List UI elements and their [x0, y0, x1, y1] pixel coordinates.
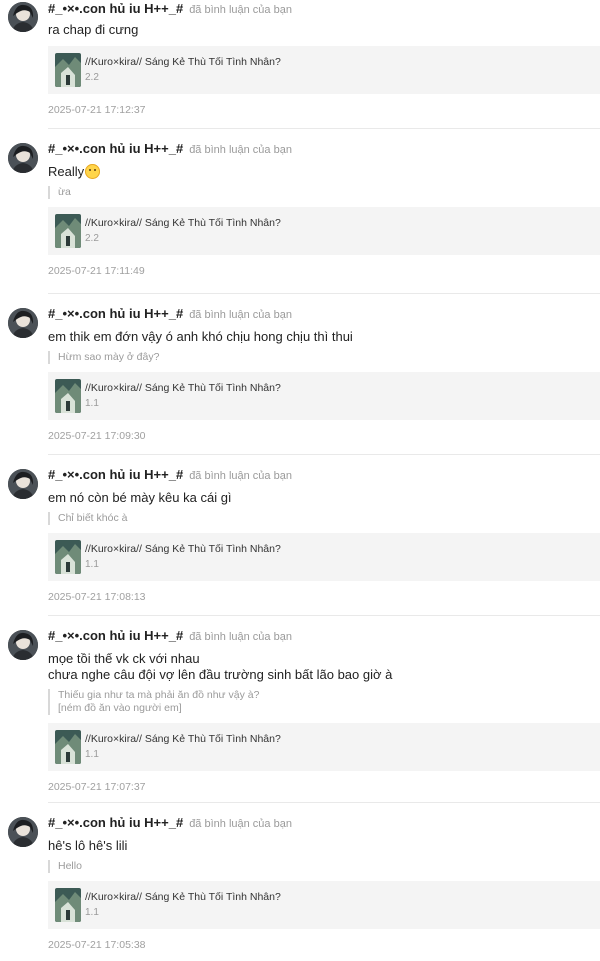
avatar[interactable] — [8, 308, 38, 338]
comment-text: hê's lô hê's lili — [48, 838, 128, 853]
comment-text: em thik em đớn vậy ó anh khó chịu hong c… — [48, 329, 353, 344]
story-thumbnail — [55, 730, 81, 764]
action-text: đã bình luận của bạn — [189, 144, 292, 156]
chapter-number: 1.1 — [85, 907, 99, 918]
story-card[interactable]: //Kuro×kira// Sáng Kẻ Thù Tối Tình Nhân?… — [48, 372, 600, 420]
quoted-reply: Chỉ biết khóc à — [48, 512, 600, 525]
action-text: đã bình luận của bạn — [189, 631, 292, 643]
story-thumbnail — [55, 888, 81, 922]
story-title: //Kuro×kira// Sáng Kẻ Thù Tối Tình Nhân? — [85, 891, 281, 903]
story-thumbnail — [55, 540, 81, 574]
chapter-number: 1.1 — [85, 749, 99, 760]
quoted-reply: ừa — [48, 186, 600, 199]
notification-item[interactable]: #_•×•.con hủ iu H++_# đã bình luận của bạ… — [0, 305, 600, 443]
timestamp: 2025-07-21 17:11:49 — [48, 265, 145, 277]
notification-item[interactable]: #_•×•.con hủ iu H++_# đã bình luận của bạ… — [0, 814, 600, 952]
timestamp: 2025-07-21 17:05:38 — [48, 939, 146, 951]
action-text: đã bình luận của bạn — [189, 4, 292, 16]
username[interactable]: #_•×•.con hủ iu H++_# — [48, 628, 183, 643]
quoted-reply: Hello — [48, 860, 600, 873]
notification-item[interactable]: #_•×•.con hủ iu H++_# đã bình luận của bạ… — [0, 627, 600, 794]
story-card[interactable]: //Kuro×kira// Sáng Kẻ Thù Tối Tình Nhân?… — [48, 881, 600, 929]
story-card[interactable]: //Kuro×kira// Sáng Kẻ Thù Tối Tình Nhân?… — [48, 723, 600, 771]
divider — [48, 615, 600, 616]
notification-item[interactable]: #_•×•.con hủ iu H++_# đã bình luận của bạ… — [0, 140, 600, 278]
action-text: đã bình luận của bạn — [189, 818, 292, 830]
timestamp: 2025-07-21 17:07:37 — [48, 781, 146, 793]
story-card[interactable]: //Kuro×kira// Sáng Kẻ Thù Tối Tình Nhân?… — [48, 533, 600, 581]
story-card[interactable]: //Kuro×kira// Sáng Kẻ Thù Tối Tình Nhân?… — [48, 46, 600, 94]
story-card[interactable]: //Kuro×kira// Sáng Kẻ Thù Tối Tình Nhân?… — [48, 207, 600, 255]
story-title: //Kuro×kira// Sáng Kẻ Thù Tối Tình Nhân? — [85, 733, 281, 745]
comment-text: em nó còn bé mày kêu ka cái gì — [48, 490, 232, 505]
chapter-number: 2.2 — [85, 72, 99, 83]
action-text: đã bình luận của bạn — [189, 470, 292, 482]
story-title: //Kuro×kira// Sáng Kẻ Thù Tối Tình Nhân? — [85, 217, 281, 229]
story-thumbnail — [55, 379, 81, 413]
action-text: đã bình luận của bạn — [189, 309, 292, 321]
comment-text: mọe tồi thế vk ck với nhau chưa nghe câu… — [48, 651, 393, 682]
comment-text: Really — [48, 164, 85, 179]
story-title: //Kuro×kira// Sáng Kẻ Thù Tối Tình Nhân? — [85, 382, 281, 394]
story-title: //Kuro×kira// Sáng Kẻ Thù Tối Tình Nhân? — [85, 543, 281, 555]
quoted-reply: Thiếu gia như ta mà phải ăn đồ như vậy à… — [48, 689, 600, 715]
username[interactable]: #_•×•.con hủ iu H++_# — [48, 306, 183, 321]
divider — [48, 293, 600, 294]
timestamp: 2025-07-21 17:09:30 — [48, 430, 146, 442]
username[interactable]: #_•×•.con hủ iu H++_# — [48, 815, 183, 830]
avatar[interactable] — [8, 817, 38, 847]
notification-item[interactable]: #_•×•.con hủ iu H++_# đã bình luận của bạ… — [0, 466, 600, 604]
story-thumbnail — [55, 53, 81, 87]
story-title: //Kuro×kira// Sáng Kẻ Thù Tối Tình Nhân? — [85, 56, 281, 68]
notification-item[interactable]: #_•×•.con hủ iu H++_# đã bình luận của bạ… — [0, 0, 600, 117]
username[interactable]: #_•×•.con hủ iu H++_# — [48, 467, 183, 482]
divider — [48, 802, 600, 803]
story-thumbnail — [55, 214, 81, 248]
username[interactable]: #_•×•.con hủ iu H++_# — [48, 1, 183, 16]
smiley-emoji-icon — [85, 164, 101, 179]
avatar[interactable] — [8, 630, 38, 660]
comment-row: Really — [48, 164, 600, 180]
timestamp: 2025-07-21 17:08:13 — [48, 591, 146, 603]
divider — [48, 454, 600, 455]
chapter-number: 2.2 — [85, 233, 99, 244]
username[interactable]: #_•×•.con hủ iu H++_# — [48, 141, 183, 156]
comment-text: ra chap đi cưng — [48, 22, 139, 37]
timestamp: 2025-07-21 17:12:37 — [48, 104, 146, 116]
quoted-reply: Hừm sao mày ở đây? — [48, 351, 600, 364]
avatar[interactable] — [8, 469, 38, 499]
divider — [48, 128, 600, 129]
chapter-number: 1.1 — [85, 559, 99, 570]
avatar[interactable] — [8, 143, 38, 173]
avatar[interactable] — [8, 2, 38, 32]
chapter-number: 1.1 — [85, 398, 99, 409]
